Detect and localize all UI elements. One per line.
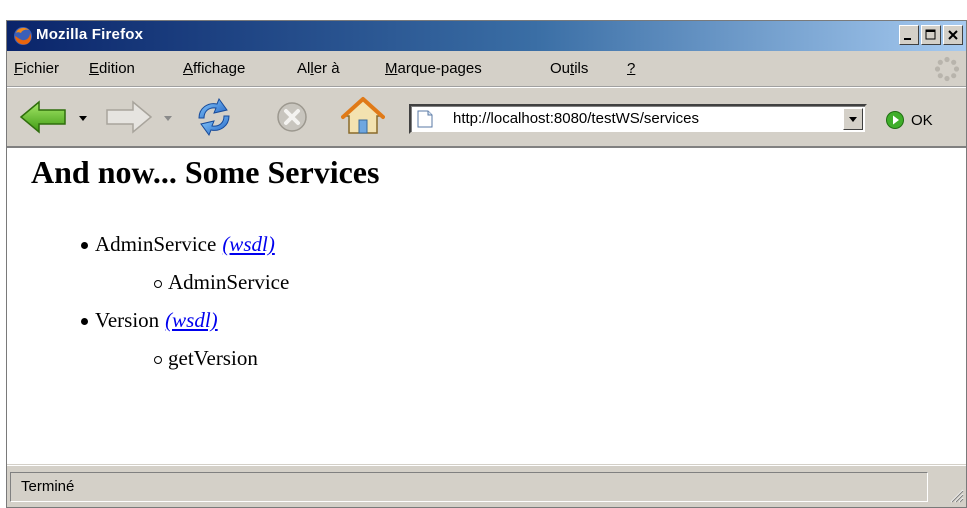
title-bar[interactable]: Mozilla Firefox: [7, 21, 966, 51]
throbber-icon: [934, 56, 960, 82]
window-title: Mozilla Firefox: [36, 26, 144, 43]
circle-bullet-icon: [154, 280, 162, 288]
menu-marque-pages[interactable]: Marque-pages: [385, 60, 482, 77]
disc-bullet-icon: [81, 242, 88, 249]
home-button[interactable]: [341, 96, 385, 140]
service-name: Version: [95, 308, 160, 332]
operation-name: getVersion: [168, 346, 258, 370]
status-bar: Terminé: [7, 465, 966, 507]
disc-bullet-icon: [81, 318, 88, 325]
maximize-icon: [925, 29, 936, 40]
circle-bullet-icon: [154, 356, 162, 364]
firefox-icon: [13, 26, 33, 46]
close-button[interactable]: [943, 25, 963, 45]
forward-icon: [106, 100, 153, 134]
stop-button[interactable]: [275, 100, 309, 138]
home-icon: [341, 97, 385, 134]
go-icon: [886, 111, 904, 129]
reload-icon: [198, 97, 230, 137]
status-text: Terminé: [21, 478, 75, 495]
address-bar[interactable]: http://localhost:8080/testWS/services: [409, 104, 867, 134]
navigation-toolbar: http://localhost:8080/testWS/services OK: [7, 87, 966, 147]
menu-fichier[interactable]: Fichier: [14, 60, 59, 77]
menu-aller-a[interactable]: Aller à: [297, 60, 340, 77]
page-content: And now... Some Services AdminService (ws…: [7, 147, 966, 464]
chevron-down-icon: [849, 117, 857, 122]
operation-name: AdminService: [168, 270, 290, 294]
url-input[interactable]: http://localhost:8080/testWS/services: [453, 110, 699, 127]
close-icon: [948, 30, 958, 40]
reload-button[interactable]: [193, 97, 235, 140]
forward-history-dropdown[interactable]: [164, 116, 172, 121]
menu-aide[interactable]: ?: [627, 60, 635, 77]
back-history-dropdown[interactable]: [79, 116, 87, 121]
minimize-button[interactable]: [899, 25, 919, 45]
menu-edition[interactable]: Edition: [89, 60, 135, 77]
browser-window: Mozilla Firefox Fichier Edition Affichag…: [6, 20, 967, 508]
maximize-button[interactable]: [921, 25, 941, 45]
status-panel: Terminé: [10, 472, 928, 502]
back-button[interactable]: [19, 100, 69, 138]
service-name: AdminService: [95, 232, 217, 256]
page-icon: [417, 110, 433, 132]
url-history-dropdown[interactable]: [843, 108, 863, 130]
back-icon: [19, 100, 66, 134]
menu-bar: Fichier Edition Affichage Aller à Marque…: [7, 51, 966, 87]
page-heading: And now... Some Services: [31, 154, 380, 190]
go-button[interactable]: OK: [885, 108, 933, 132]
menu-outils[interactable]: Outils: [550, 60, 588, 77]
forward-button[interactable]: [103, 100, 153, 138]
resize-grip-icon[interactable]: [948, 487, 964, 507]
minimize-icon: [904, 38, 911, 40]
wsdl-link[interactable]: (wsdl): [222, 232, 275, 256]
menu-affichage[interactable]: Affichage: [183, 60, 245, 77]
wsdl-link[interactable]: (wsdl): [165, 308, 218, 332]
go-label: OK: [911, 111, 933, 129]
stop-icon: [277, 102, 307, 132]
